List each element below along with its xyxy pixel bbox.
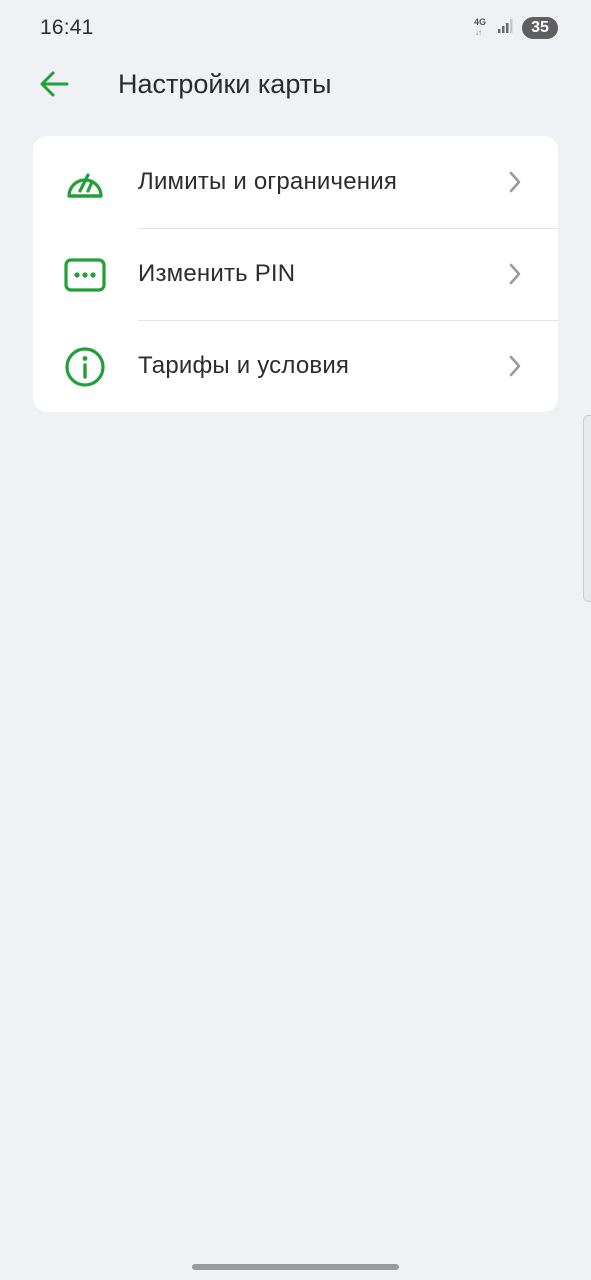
menu-item-label: Изменить PIN — [138, 260, 296, 287]
arrow-left-icon — [39, 71, 69, 102]
battery-indicator: 35 — [522, 17, 558, 39]
page-title: Настройки карты — [118, 69, 332, 99]
menu-item-limits[interactable]: Лимиты и ограничения — [33, 136, 558, 228]
app-bar: Настройки карты — [0, 56, 591, 116]
menu-item-label: Тарифы и условия — [138, 352, 350, 379]
status-time: 16:41 — [40, 16, 94, 39]
menu-item-change-pin[interactable]: Изменить PIN — [33, 228, 558, 320]
chevron-right-icon — [508, 262, 522, 286]
chevron-right-icon — [508, 170, 522, 194]
info-icon — [64, 346, 106, 388]
edge-panel-handle[interactable] — [583, 415, 591, 602]
chevron-right-icon — [508, 354, 522, 378]
pin-dots-icon — [64, 254, 106, 296]
menu-item-tariffs[interactable]: Тарифы и условия — [33, 320, 558, 412]
signal-icon — [498, 18, 514, 39]
status-bar: 16:41 4G ↓↑ 35 — [0, 0, 591, 56]
menu-item-label: Лимиты и ограничения — [138, 168, 398, 195]
home-indicator[interactable] — [192, 1264, 399, 1270]
network-type-indicator: 4G ↓↑ — [474, 17, 490, 39]
card-settings-list: Лимиты и ограничения Изменить PIN Тарифы… — [33, 136, 558, 412]
status-icons: 4G ↓↑ 35 — [474, 16, 558, 40]
speedometer-icon — [64, 162, 106, 204]
network-type-label: 4G — [474, 17, 487, 27]
network-arrows-icon: ↓↑ — [475, 28, 482, 37]
back-button[interactable] — [34, 66, 74, 106]
battery-level: 35 — [531, 19, 549, 36]
